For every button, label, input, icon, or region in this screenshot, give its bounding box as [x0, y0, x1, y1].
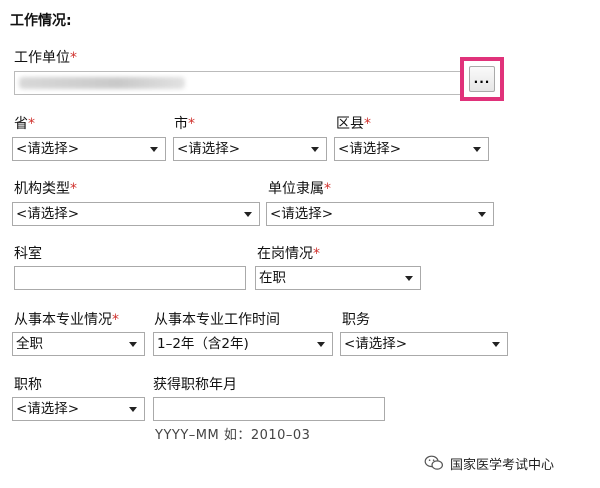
chevron-down-icon — [150, 147, 158, 152]
position-select-value: <请选择> — [344, 336, 408, 352]
post-status-select-value: 在职 — [259, 270, 286, 286]
chevron-down-icon — [405, 276, 413, 281]
province-select-value: <请选择> — [16, 141, 80, 157]
title-select[interactable]: <请选择> — [12, 397, 145, 421]
chevron-down-icon — [492, 342, 500, 347]
position-label: 职务 — [342, 312, 370, 328]
specialty-status-label: 从事本专业情况* — [14, 312, 119, 328]
redacted-value — [19, 77, 185, 89]
title-date-input[interactable] — [153, 397, 385, 421]
work-unit-label: 工作单位* — [14, 50, 77, 66]
department-label: 科室 — [14, 246, 42, 262]
department-input[interactable] — [14, 266, 246, 290]
chevron-down-icon — [244, 212, 252, 217]
watermark: 国家医学考试中心 — [424, 454, 555, 473]
chevron-down-icon — [473, 147, 481, 152]
chevron-down-icon — [311, 147, 319, 152]
work-unit-browse-highlight[interactable]: ... — [460, 57, 504, 101]
county-label: 区县* — [336, 116, 371, 132]
county-select-value: <请选择> — [338, 141, 402, 157]
position-select[interactable]: <请选择> — [340, 332, 508, 356]
specialty-status-select[interactable]: 全职 — [12, 332, 145, 356]
specialty-status-select-value: 全职 — [16, 336, 43, 352]
city-select-value: <请选择> — [177, 141, 241, 157]
section-title: 工作情况: — [10, 13, 72, 29]
province-label: 省* — [14, 116, 35, 132]
title-date-label: 获得职称年月 — [153, 377, 237, 393]
city-label: 市* — [174, 116, 195, 132]
unit-affiliation-select[interactable]: <请选择> — [266, 202, 494, 226]
work-unit-input[interactable] — [14, 71, 465, 95]
chevron-down-icon — [478, 212, 486, 217]
wechat-icon — [424, 455, 443, 470]
chevron-down-icon — [317, 342, 325, 347]
city-select[interactable]: <请选择> — [173, 137, 327, 161]
post-status-select[interactable]: 在职 — [255, 266, 421, 290]
watermark-text: 国家医学考试中心 — [450, 457, 555, 473]
work-unit-browse-button[interactable]: ... — [469, 66, 495, 92]
unit-affiliation-label: 单位隶属* — [268, 181, 331, 197]
specialty-years-label: 从事本专业工作时间 — [154, 312, 280, 328]
title-label: 职称 — [14, 377, 42, 393]
specialty-years-select[interactable]: 1–2年（含2年) — [153, 332, 333, 356]
title-date-hint: YYYY–MM 如：2010–03 — [155, 428, 311, 443]
unit-affiliation-select-value: <请选择> — [270, 206, 334, 222]
province-select[interactable]: <请选择> — [12, 137, 166, 161]
org-type-label: 机构类型* — [14, 181, 77, 197]
specialty-years-select-value: 1–2年（含2年) — [157, 336, 249, 352]
post-status-label: 在岗情况* — [257, 246, 320, 262]
title-select-value: <请选择> — [16, 401, 80, 417]
chevron-down-icon — [129, 342, 137, 347]
county-select[interactable]: <请选择> — [334, 137, 489, 161]
chevron-down-icon — [129, 407, 137, 412]
org-type-select-value: <请选择> — [16, 206, 80, 222]
org-type-select[interactable]: <请选择> — [12, 202, 260, 226]
